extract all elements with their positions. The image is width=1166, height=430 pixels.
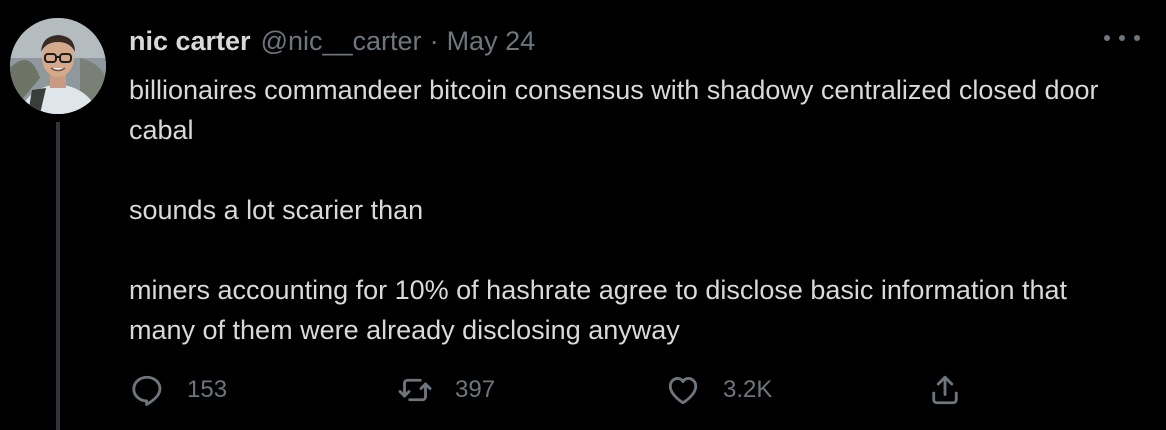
like-button[interactable]: 3.2K xyxy=(665,370,772,410)
header-separator: · xyxy=(429,26,439,56)
retweet-count: 397 xyxy=(455,376,496,403)
more-dot xyxy=(1104,35,1110,41)
like-count: 3.2K xyxy=(723,376,773,403)
tweet-paragraph: sounds a lot scarier than xyxy=(129,195,424,225)
thread-line xyxy=(56,122,60,430)
share-button[interactable] xyxy=(927,370,963,410)
author-handle[interactable]: @nic__carter xyxy=(261,24,422,58)
avatar-photo xyxy=(10,18,106,114)
more-dot xyxy=(1119,35,1125,41)
retweet-button[interactable]: 397 xyxy=(397,370,495,410)
avatar[interactable] xyxy=(10,18,106,114)
reply-icon xyxy=(132,375,162,406)
more-dot xyxy=(1134,35,1140,41)
reply-button[interactable]: 153 xyxy=(129,370,227,410)
author-display-name[interactable]: nic carter xyxy=(129,24,251,58)
tweet-paragraph: miners accounting for 10% of hashrate ag… xyxy=(129,275,1068,345)
retweet-icon xyxy=(398,378,432,402)
tweet-date[interactable]: May 24 xyxy=(447,24,536,58)
tweet[interactable]: nic carter @nic__carter · May 24 billion… xyxy=(0,0,1166,430)
share-icon xyxy=(932,375,958,405)
heart-icon xyxy=(668,377,698,405)
more-options-icon[interactable] xyxy=(1104,28,1140,48)
tweet-header: nic carter @nic__carter · May 24 xyxy=(129,24,535,58)
tweet-actions: 153 397 3.2K xyxy=(129,370,989,410)
tweet-text: billionaires commandeer bitcoin consensu… xyxy=(129,70,1119,350)
reply-count: 153 xyxy=(187,376,228,403)
tweet-paragraph: billionaires commandeer bitcoin consensu… xyxy=(129,75,1099,145)
